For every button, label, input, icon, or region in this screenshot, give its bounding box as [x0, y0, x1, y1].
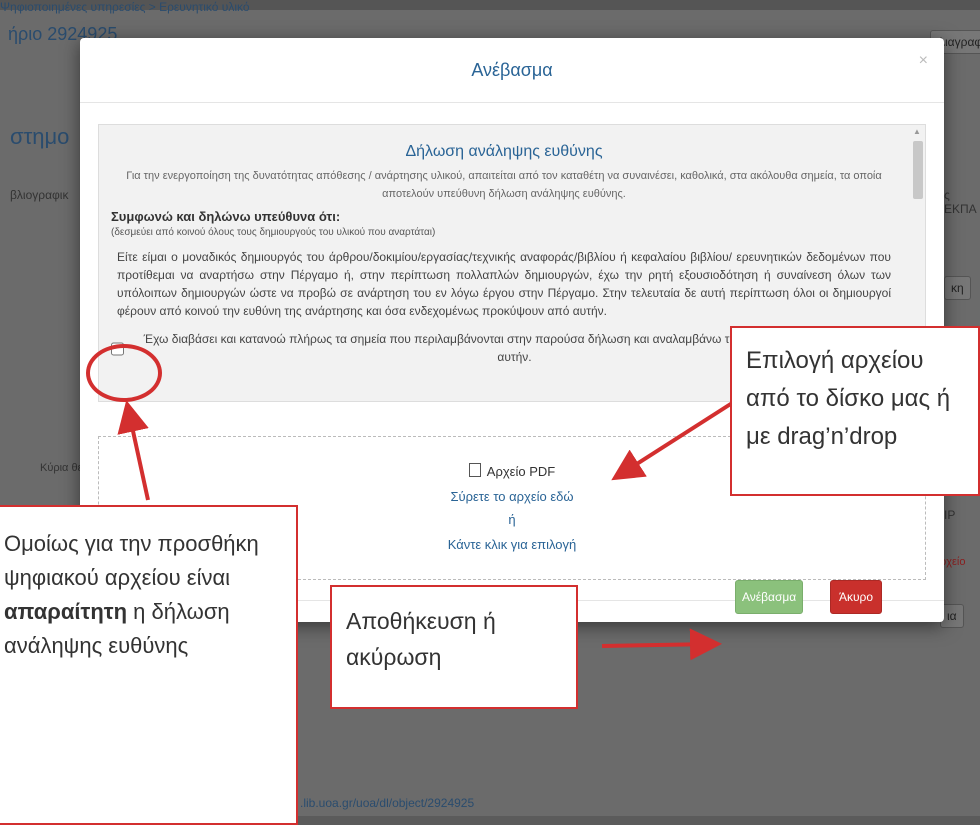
arrow-to-checkbox	[117, 400, 150, 501]
arrow-to-dropzone	[611, 396, 742, 481]
arrow-to-buttons	[601, 628, 722, 661]
callout-save-cancel: Αποθήκευση ή ακύρωση	[330, 585, 578, 709]
callout-declaration: Ομοίως για την προσθήκη ψηφιακού αρχείου…	[0, 505, 298, 825]
callout-file-select: Επιλογή αρχείου από το δίσκο μας ή με dr…	[730, 326, 980, 496]
callout-declaration-bold: απαραίτητη	[4, 599, 128, 624]
callout-declaration-pre: Ομοίως για την προσθήκη ψηφιακού αρχείου…	[4, 531, 259, 590]
